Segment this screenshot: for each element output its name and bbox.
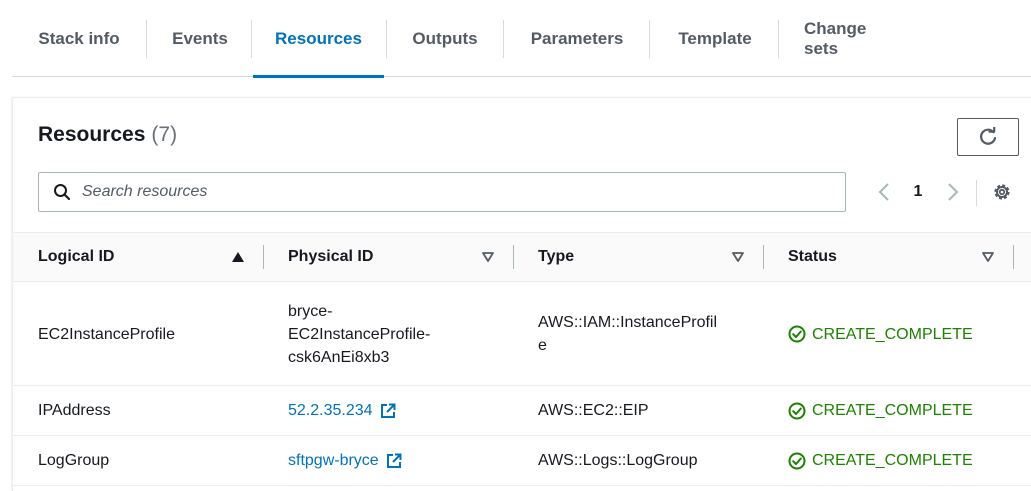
physical-id-link[interactable]: 52.2.35.234 [288, 399, 373, 422]
cell-status: CREATE_COMPLETE [788, 436, 973, 485]
column-resizer[interactable] [763, 245, 764, 269]
column-resizer[interactable] [263, 245, 264, 269]
physical-id-line: EC2InstanceProfile- [288, 325, 431, 343]
sort-caret-icon[interactable] [980, 249, 996, 265]
previous-page-button[interactable] [875, 174, 893, 210]
tab-outputs[interactable]: Outputs [410, 0, 480, 77]
tab-divider [649, 20, 650, 58]
gear-icon [994, 184, 1010, 200]
panel-title: Resources (7) [38, 123, 177, 147]
tab-bar: Stack info Events Resources Outputs Para… [12, 0, 1031, 78]
sort-caret-icon[interactable] [480, 249, 496, 265]
table-header: Logical ID Physical ID Type Status [13, 232, 1031, 282]
status-text: CREATE_COMPLETE [812, 325, 973, 343]
type-line: e [538, 337, 547, 354]
cell-type: AWS::IAM::InstanceProfil e [538, 282, 717, 386]
external-link-icon[interactable] [380, 403, 396, 419]
column-header-type[interactable]: Type [538, 233, 574, 281]
sort-caret-icon[interactable] [730, 249, 746, 265]
table-row: IPAddress 52.2.35.234 AWS::EC2::EIP CREA… [13, 386, 1031, 436]
column-header-logical-id[interactable]: Logical ID [38, 233, 114, 281]
search-input[interactable] [82, 183, 822, 201]
status-text: CREATE_COMPLETE [812, 402, 973, 419]
search-box[interactable] [38, 172, 846, 212]
cell-physical-id: 52.2.35.234 [288, 386, 396, 435]
panel-header: Resources(7) 1 [13, 98, 1031, 232]
cell-status: CREATE_COMPLETE [788, 386, 973, 435]
table-row: LogGroup sftpgw-bryce AWS::Logs::LogGrou… [13, 436, 1031, 486]
panel-title-text: Resources [38, 123, 146, 146]
external-link-icon[interactable] [386, 453, 402, 469]
tab-resources[interactable]: Resources [253, 0, 384, 78]
refresh-button[interactable] [957, 118, 1019, 156]
cell-physical-id: sftpgw-bryce [288, 436, 402, 485]
tab-divider [251, 20, 252, 58]
cell-physical-id: bryce- EC2InstanceProfile- csk6AnEi8xb3 [288, 282, 430, 386]
check-circle-icon [788, 402, 806, 419]
search-icon [52, 182, 72, 202]
cell-logical-id: IPAddress [38, 402, 111, 419]
cell-type: AWS::EC2::EIP [538, 402, 649, 419]
tab-divider [146, 20, 147, 58]
tab-divider [503, 20, 504, 58]
next-page-button[interactable] [944, 174, 962, 210]
check-circle-icon [788, 452, 806, 469]
column-header-status[interactable]: Status [788, 233, 837, 281]
resource-count: (7) [151, 123, 178, 146]
sort-ascending-icon[interactable] [230, 249, 246, 265]
cell-logical-id: LogGroup [38, 452, 110, 469]
cell-type: AWS::Logs::LogGroup [538, 452, 698, 469]
table-row: EC2InstanceProfile bryce- EC2InstancePro… [13, 282, 1031, 386]
refresh-icon [980, 127, 997, 145]
chevron-left-icon [878, 183, 889, 201]
physical-id-line: csk6AnEi8xb3 [288, 348, 390, 366]
column-header-physical-id[interactable]: Physical ID [288, 233, 373, 281]
type-line: AWS::IAM::InstanceProfil [538, 314, 718, 331]
preferences-button[interactable] [991, 181, 1013, 203]
cell-logical-id: EC2InstanceProfile [38, 325, 175, 343]
resources-panel: Resources(7) 1 [12, 97, 1031, 491]
tab-divider [386, 20, 387, 58]
tab-divider [778, 20, 779, 58]
cell-status: CREATE_COMPLETE [788, 282, 973, 386]
tab-stack-info[interactable]: Stack info [37, 0, 121, 77]
pagination-divider [976, 180, 977, 206]
column-resizer[interactable] [513, 245, 514, 269]
tab-change-sets[interactable]: Change sets [804, 0, 904, 77]
physical-id-link[interactable]: sftpgw-bryce [288, 449, 379, 472]
tab-template[interactable]: Template [675, 0, 755, 77]
status-text: CREATE_COMPLETE [812, 452, 973, 469]
check-circle-icon [788, 325, 806, 343]
page-number-1[interactable]: 1 [910, 174, 926, 210]
physical-id-line: bryce- [288, 302, 333, 320]
chevron-right-icon [948, 183, 959, 201]
tab-events[interactable]: Events [171, 0, 229, 77]
tab-parameters[interactable]: Parameters [529, 0, 625, 77]
column-resizer[interactable] [1013, 245, 1014, 269]
